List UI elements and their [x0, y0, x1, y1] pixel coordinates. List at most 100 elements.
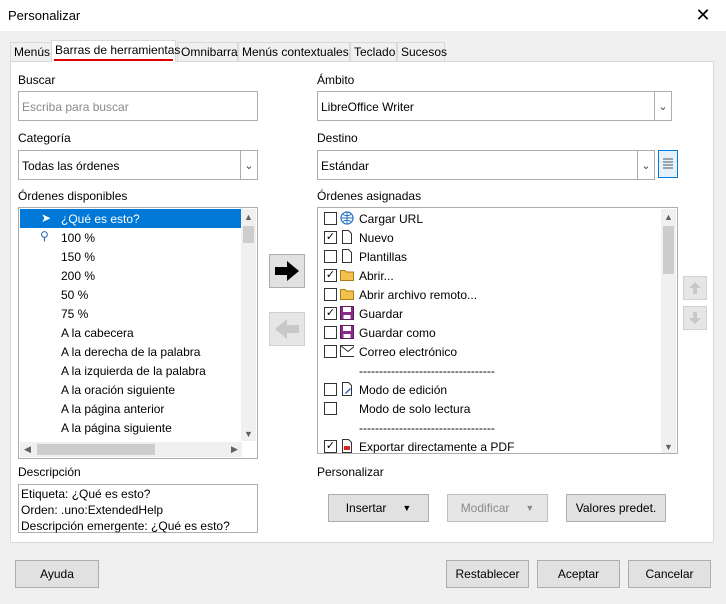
checkbox[interactable]: ✓	[324, 440, 337, 453]
description-label: Descripción	[18, 465, 81, 479]
list-item[interactable]: ✓ Exportar directamente a PDF	[319, 437, 661, 453]
arrow-up-icon	[689, 282, 701, 294]
list-item[interactable]: Guardar como	[319, 323, 661, 342]
list-item[interactable]: 200 %	[20, 266, 241, 285]
checkbox[interactable]	[324, 402, 337, 415]
checkbox[interactable]	[324, 288, 337, 301]
list-item[interactable]: A la oración siguiente	[20, 380, 241, 399]
scroll-thumb[interactable]	[243, 226, 254, 243]
list-item[interactable]: 50 %	[20, 285, 241, 304]
new-document-icon	[342, 230, 352, 244]
whats-this-icon: ➤	[41, 211, 52, 225]
template-icon	[342, 249, 352, 263]
chevron-down-icon[interactable]: ⌄	[654, 92, 671, 120]
triangle-down-icon: ▼	[525, 503, 535, 513]
edit-mode-icon	[342, 382, 352, 396]
tab-notebookbar[interactable]: Omnibarra	[177, 42, 238, 62]
search-label: Buscar	[18, 73, 56, 87]
description-box: Etiqueta: ¿Qué es esto? Orden: .uno:Exte…	[18, 484, 258, 533]
scroll-up-icon[interactable]: ▲	[241, 209, 256, 224]
chevron-down-icon[interactable]: ⌄	[240, 151, 257, 179]
list-item[interactable]: ✓ Guardar	[319, 304, 661, 323]
available-commands-list[interactable]: ➤ ¿Qué es esto? ⚲ 100 % 150 % 200 % 50 %…	[18, 207, 258, 459]
checkbox[interactable]	[324, 326, 337, 339]
close-icon[interactable]: ✕	[680, 0, 726, 31]
list-item[interactable]: Correo electrónico	[319, 342, 661, 361]
tab-toolbars[interactable]: Barras de herramientas	[51, 40, 180, 62]
checkbox[interactable]: ✓	[324, 231, 337, 244]
scope-label: Ámbito	[317, 73, 355, 87]
list-item[interactable]: ✓ Abrir...	[319, 266, 661, 285]
search-input[interactable]: Escriba para buscar	[18, 91, 258, 121]
modify-button[interactable]: Modificar ▼	[447, 494, 548, 522]
list-item[interactable]: A la página anterior	[20, 399, 241, 418]
list-item[interactable]: ➤ ¿Qué es esto?	[20, 209, 241, 228]
tab-events[interactable]: Sucesos	[397, 42, 447, 62]
scroll-left-icon[interactable]: ◀	[20, 442, 35, 457]
target-select[interactable]: Estándar ⌄	[317, 150, 655, 180]
tab-keyboard[interactable]: Teclado	[350, 42, 397, 62]
checkbox[interactable]	[324, 250, 337, 263]
scope-select[interactable]: LibreOffice Writer ⌄	[317, 91, 672, 121]
insert-button[interactable]: Insertar ▼	[328, 494, 429, 522]
tab-menus[interactable]: Menús	[10, 42, 52, 62]
mail-icon	[340, 345, 354, 357]
move-up-button[interactable]	[683, 276, 707, 300]
list-item[interactable]: A la página siguiente	[20, 418, 241, 437]
list-item[interactable]: Plantillas	[319, 247, 661, 266]
scroll-thumb[interactable]	[37, 444, 155, 455]
scroll-up-icon[interactable]: ▲	[661, 209, 676, 224]
move-down-button[interactable]	[683, 306, 707, 330]
list-item[interactable]: ✓ Nuevo	[319, 228, 661, 247]
list-item[interactable]: 150 %	[20, 247, 241, 266]
checkbox[interactable]: ✓	[324, 307, 337, 320]
save-as-icon	[340, 325, 354, 339]
tab-context-menus[interactable]: Menús contextuales	[238, 42, 350, 62]
triangle-down-icon: ▼	[402, 503, 412, 513]
list-item[interactable]: A la izquierda de la palabra	[20, 361, 241, 380]
globe-icon	[340, 211, 354, 225]
list-item[interactable]: Modo de edición	[319, 380, 661, 399]
title-bar: Personalizar ✕	[0, 0, 726, 31]
ok-button[interactable]: Aceptar	[537, 560, 620, 588]
checkbox[interactable]	[324, 212, 337, 225]
checkbox[interactable]: ✓	[324, 269, 337, 282]
list-item[interactable]: Cargar URL	[319, 209, 661, 228]
cancel-button[interactable]: Cancelar	[628, 560, 711, 588]
help-button[interactable]: Ayuda	[15, 560, 99, 588]
category-select[interactable]: Todas las órdenes ⌄	[18, 150, 258, 180]
window-title: Personalizar	[8, 8, 81, 23]
vertical-scrollbar[interactable]: ▲ ▼	[661, 209, 676, 453]
save-icon	[340, 306, 354, 320]
target-menu-button[interactable]	[658, 150, 678, 178]
separator-item[interactable]: ----------------------------------	[319, 418, 661, 437]
vertical-scrollbar[interactable]: ▲ ▼	[241, 209, 256, 441]
available-commands-label: Órdenes disponibles	[18, 189, 128, 203]
separator-item[interactable]: ----------------------------------	[319, 361, 661, 380]
scroll-thumb[interactable]	[663, 226, 674, 274]
scroll-right-icon[interactable]: ▶	[227, 442, 242, 457]
arrow-down-icon	[689, 312, 701, 324]
remove-command-button[interactable]	[269, 312, 305, 346]
arrow-right-icon	[275, 261, 299, 281]
list-item[interactable]: A la cabecera	[20, 323, 241, 342]
menu-icon	[663, 158, 673, 169]
remote-folder-icon	[340, 289, 354, 300]
scroll-down-icon[interactable]: ▼	[241, 426, 256, 441]
reset-button[interactable]: Restablecer	[446, 560, 529, 588]
list-item[interactable]: ⚲ 100 %	[20, 228, 241, 247]
reset-defaults-button[interactable]: Valores predet.	[566, 494, 666, 522]
horizontal-scrollbar[interactable]: ◀ ▶	[20, 442, 242, 457]
checkbox[interactable]	[324, 345, 337, 358]
list-item[interactable]: Modo de solo lectura	[319, 399, 661, 418]
assigned-commands-list[interactable]: Cargar URL ✓ Nuevo Plantillas ✓ Abrir...…	[317, 207, 678, 454]
chevron-down-icon[interactable]: ⌄	[637, 151, 654, 179]
list-item[interactable]: 75 %	[20, 304, 241, 323]
category-label: Categoría	[18, 131, 71, 145]
scroll-down-icon[interactable]: ▼	[661, 439, 676, 453]
checkbox[interactable]	[324, 383, 337, 396]
list-item[interactable]: Abrir archivo remoto...	[319, 285, 661, 304]
add-command-button[interactable]	[269, 254, 305, 288]
target-label: Destino	[317, 131, 358, 145]
list-item[interactable]: A la derecha de la palabra	[20, 342, 241, 361]
